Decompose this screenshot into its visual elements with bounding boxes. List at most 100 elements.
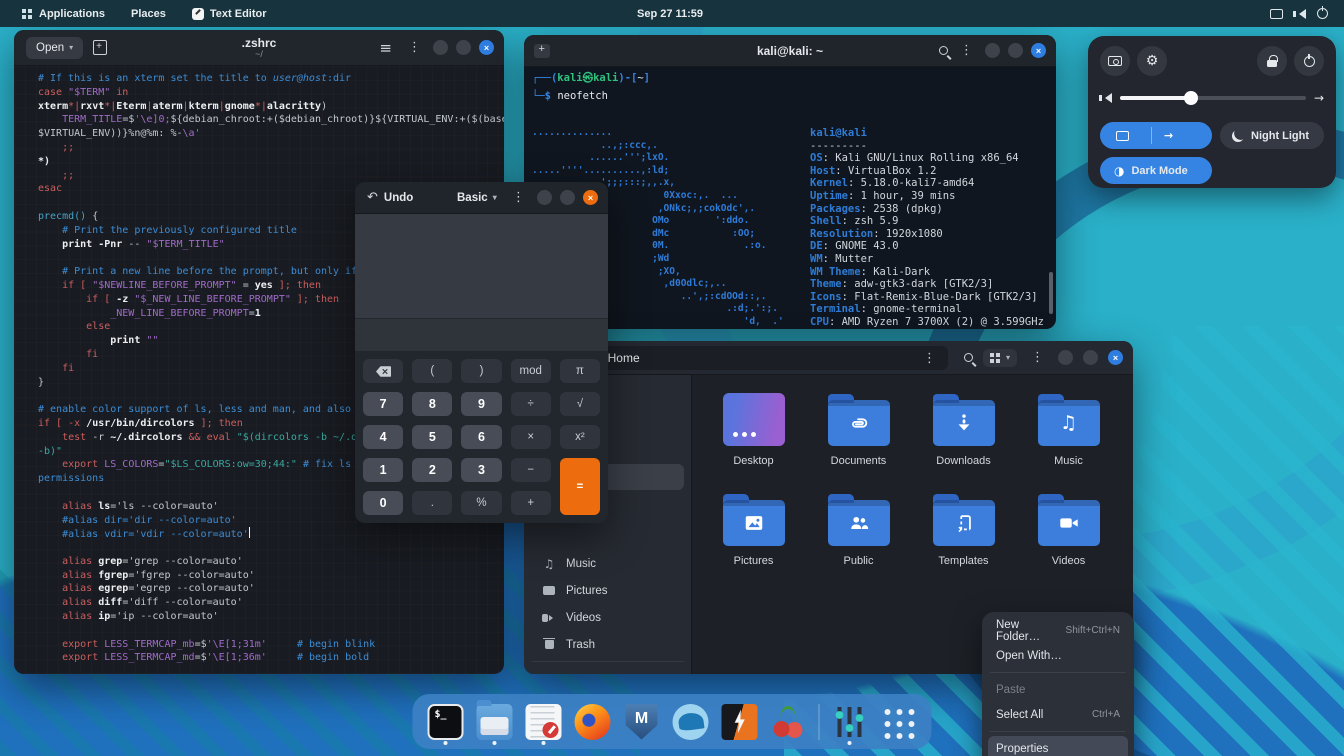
calc-key-0[interactable]: 0 xyxy=(363,491,404,515)
dark-mode-toggle[interactable]: ◑ Dark Mode xyxy=(1100,157,1212,184)
folder-public[interactable]: Public xyxy=(806,493,911,567)
calc-key-9[interactable]: 9 xyxy=(461,392,502,416)
calc-key-open-paren[interactable]: ( xyxy=(412,359,453,383)
dock-cherrytree[interactable] xyxy=(770,698,808,746)
calc-key-1[interactable]: 1 xyxy=(363,458,404,482)
folder-music[interactable]: ♫ Music xyxy=(1016,393,1121,467)
clock[interactable]: Sep 27 11:59 xyxy=(637,8,703,20)
sidebar-item-music[interactable]: ♫ Music xyxy=(532,550,684,577)
calc-key-3[interactable]: 3 xyxy=(461,458,502,482)
folder-videos[interactable]: Videos xyxy=(1016,493,1121,567)
volume-knob[interactable] xyxy=(1183,91,1198,105)
minimize-button[interactable] xyxy=(537,190,552,205)
sidebar-item-videos[interactable]: Videos xyxy=(532,604,684,631)
dock-app-grid[interactable] xyxy=(880,698,918,746)
volume-slider[interactable] xyxy=(1120,91,1306,105)
screenshot-button[interactable] xyxy=(1100,46,1130,76)
power-button[interactable] xyxy=(1294,46,1324,76)
menu-applications[interactable]: Applications xyxy=(26,0,118,27)
calc-key-pi[interactable]: π xyxy=(559,359,600,383)
night-light-toggle[interactable]: Night Light xyxy=(1220,122,1324,149)
dock-text-editor[interactable] xyxy=(525,698,563,746)
file-manager-header[interactable]: ⌂ Home ⋮ ▾ ⋮ × xyxy=(524,341,1133,375)
calc-key-sqrt[interactable]: √ xyxy=(559,392,600,416)
calc-key-decimal-point[interactable]: . xyxy=(412,491,453,515)
kebab-menu-icon[interactable]: ⋮ xyxy=(1027,350,1048,365)
arrow-right-icon[interactable]: → xyxy=(1164,129,1173,142)
calc-key-mod[interactable]: mod xyxy=(510,359,551,383)
folder-desktop[interactable]: Desktop xyxy=(701,393,806,467)
calc-key-6[interactable]: 6 xyxy=(461,425,502,449)
dock-firefox[interactable] xyxy=(574,698,612,746)
calc-key-percent[interactable]: % xyxy=(461,491,502,515)
calc-key-subtract[interactable]: − xyxy=(510,458,551,482)
sidebar-item-other-locations[interactable]: + Other Locations xyxy=(532,668,684,675)
calc-key-x-squared[interactable]: x² xyxy=(559,425,600,449)
search-icon[interactable] xyxy=(939,46,948,55)
hamburger-menu-icon[interactable]: ≡ xyxy=(375,39,396,57)
calculator-entry-display[interactable] xyxy=(355,319,608,351)
path-options-icon[interactable]: ⋮ xyxy=(919,351,940,366)
dock-metasploit[interactable] xyxy=(623,698,661,746)
folder-pictures[interactable]: Pictures xyxy=(701,493,806,567)
kebab-menu-icon[interactable]: ⋮ xyxy=(956,43,977,58)
screen-toggle-button[interactable]: → xyxy=(1100,122,1212,149)
sidebar-item-trash[interactable]: Trash xyxy=(532,631,684,658)
view-toggle-button[interactable]: ▾ xyxy=(982,348,1017,367)
dock-wireshark[interactable] xyxy=(672,698,710,746)
calc-key-4[interactable]: 4 xyxy=(363,425,404,449)
calc-key-equals[interactable]: = xyxy=(559,458,600,515)
text-editor-header[interactable]: Open ▾ .zshrc ~/ ≡ ⋮ × xyxy=(14,30,504,66)
calc-key-2[interactable]: 2 xyxy=(412,458,453,482)
folder-documents[interactable]: Documents xyxy=(806,393,911,467)
calc-key-add[interactable]: + xyxy=(510,491,551,515)
close-button[interactable]: × xyxy=(479,40,494,55)
close-button[interactable]: × xyxy=(583,190,598,205)
maximize-button[interactable] xyxy=(1008,43,1023,58)
close-button[interactable]: × xyxy=(1031,43,1046,58)
minimize-button[interactable] xyxy=(1058,350,1073,365)
lock-button[interactable] xyxy=(1257,46,1287,76)
kebab-menu-icon[interactable]: ⋮ xyxy=(508,190,529,205)
calc-key-close-paren[interactable]: ) xyxy=(461,359,502,383)
calc-key-backspace[interactable] xyxy=(363,359,404,383)
terminal-header[interactable]: kali@kali: ~ ⋮ × xyxy=(524,35,1056,67)
calculator-header[interactable]: ↶ Undo Basic ▾ ⋮ × xyxy=(355,182,608,214)
minimize-button[interactable] xyxy=(433,40,448,55)
dock-burpsuite[interactable] xyxy=(721,698,759,746)
scrollbar[interactable] xyxy=(1049,272,1053,314)
sidebar-item-pictures[interactable]: Pictures xyxy=(532,577,684,604)
maximize-button[interactable] xyxy=(560,190,575,205)
open-button[interactable]: Open ▾ xyxy=(26,36,84,59)
system-status-area[interactable] xyxy=(1262,0,1336,27)
maximize-button[interactable] xyxy=(456,40,471,55)
settings-button[interactable]: ⚙ xyxy=(1137,46,1167,76)
mode-dropdown[interactable]: Basic ▾ xyxy=(457,192,497,204)
menu-item-open-with[interactable]: Open With… xyxy=(988,643,1128,668)
focused-app-menu[interactable]: Text Editor xyxy=(179,0,280,27)
folder-downloads[interactable]: Downloads xyxy=(911,393,1016,467)
kebab-menu-icon[interactable]: ⋮ xyxy=(404,40,425,55)
calc-key-5[interactable]: 5 xyxy=(412,425,453,449)
dock-tweaks[interactable] xyxy=(831,698,869,746)
calc-key-multiply[interactable]: × xyxy=(510,425,551,449)
calc-key-8[interactable]: 8 xyxy=(412,392,453,416)
menu-item-select-all[interactable]: Select All Ctrl+A xyxy=(988,702,1128,727)
calc-key-7[interactable]: 7 xyxy=(363,392,404,416)
menu-item-properties[interactable]: Properties xyxy=(988,736,1128,756)
menu-places[interactable]: Places xyxy=(118,0,179,27)
close-button[interactable]: × xyxy=(1108,350,1123,365)
folder-templates[interactable]: Templates xyxy=(911,493,1016,567)
dock-terminal[interactable]: $_ xyxy=(427,698,465,746)
calc-key-divide[interactable]: ÷ xyxy=(510,392,551,416)
dock-files[interactable] xyxy=(476,698,514,746)
menu-item-paste[interactable]: Paste xyxy=(988,677,1128,702)
search-icon[interactable] xyxy=(963,353,973,362)
menu-item-new-folder[interactable]: New Folder… Shift+Ctrl+N xyxy=(988,618,1128,643)
minimize-button[interactable] xyxy=(985,43,1000,58)
path-bar[interactable]: ⌂ Home ⋮ xyxy=(586,346,948,370)
maximize-button[interactable] xyxy=(1083,350,1098,365)
new-document-icon[interactable] xyxy=(93,40,108,55)
undo-button[interactable]: ↶ Undo xyxy=(367,190,413,205)
volume-expand-icon[interactable]: → xyxy=(1314,91,1324,105)
